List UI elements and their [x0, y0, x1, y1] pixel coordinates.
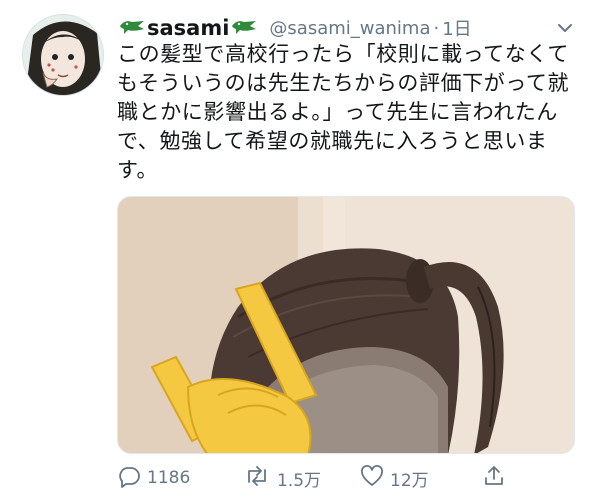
like-button[interactable]: 12万 — [360, 464, 429, 493]
share-button[interactable] — [482, 464, 512, 493]
user-handle[interactable]: @sasami_wanima — [269, 18, 430, 39]
tweet-actions: 1186 1.5万 12万 — [117, 460, 587, 496]
avatar-illustration — [23, 15, 103, 95]
share-icon — [482, 464, 512, 493]
crocodile-icon — [119, 16, 145, 40]
tweet-time[interactable]: 1日 — [442, 15, 471, 41]
chevron-down-icon[interactable] — [555, 18, 575, 38]
tweet-text: この髪型で高校行ったら「校則に載ってなくて もそういうのは先生たちからの評価下が… — [117, 40, 587, 185]
retweet-count: 1.5万 — [277, 470, 322, 491]
heart-icon — [360, 464, 390, 493]
tweet-media-image[interactable] — [117, 196, 575, 454]
reply-button[interactable]: 1186 — [117, 464, 190, 493]
tweet-text-line: 職とかに影響出るよ。」って先生に言われたん — [117, 100, 558, 124]
like-count: 12万 — [390, 470, 429, 491]
tweet-text-line: で、勉強して希望の就職先に入ろうと思いま — [117, 129, 548, 153]
tweet-text-line: この髪型で高校行ったら「校則に載ってなくて — [117, 42, 569, 66]
separator-dot: · — [433, 17, 440, 39]
retweet-button[interactable]: 1.5万 — [243, 464, 321, 493]
retweet-icon — [243, 464, 277, 493]
avatar[interactable] — [22, 14, 104, 96]
tweet-header: sasami @sasami_wanima · 1日 — [117, 14, 587, 42]
crocodile-icon — [231, 16, 257, 40]
reply-count: 1186 — [147, 468, 191, 488]
display-name[interactable]: sasami — [147, 16, 229, 40]
tweet-text-line: もそういうのは先生たちからの評価下がって就 — [117, 71, 570, 95]
reply-icon — [117, 464, 147, 493]
tweet-text-line: す。 — [117, 158, 159, 182]
